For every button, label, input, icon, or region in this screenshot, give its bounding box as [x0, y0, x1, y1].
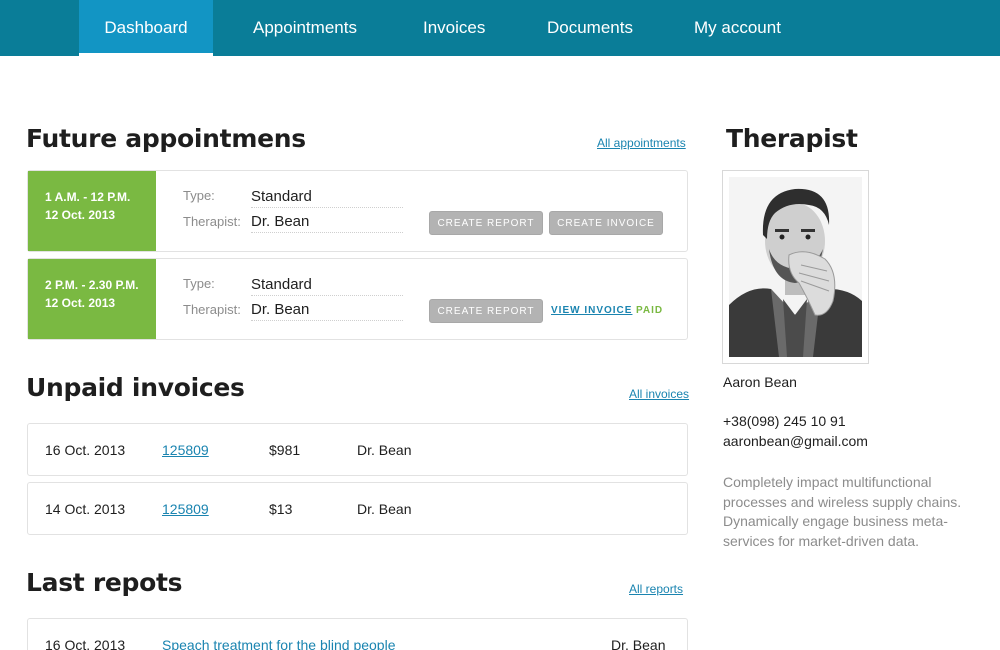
invoice-amount: $981 [269, 442, 301, 458]
appointment-card: 1 A.M. - 12 P.M. 12 Oct. 2013 Type: Stan… [27, 170, 688, 252]
appointment-card: 2 P.M. - 2.30 P.M. 12 Oct. 2013 Type: St… [27, 258, 688, 340]
therapist-heading: Therapist [726, 124, 858, 153]
all-appointments-link[interactable]: All appointments [597, 136, 686, 150]
reports-heading: Last repots [26, 568, 183, 597]
appointment-type: Standard [251, 188, 403, 208]
invoices-heading: Unpaid invoices [26, 373, 245, 402]
appointment-date: 12 Oct. 2013 [45, 296, 116, 310]
appointment-type: Standard [251, 276, 403, 296]
nav-invoices[interactable]: Invoices [423, 0, 485, 56]
appointment-time-block: 1 A.M. - 12 P.M. 12 Oct. 2013 [28, 171, 156, 251]
type-label: Type: [183, 188, 215, 203]
invoice-row: 14 Oct. 2013 125809 $13 Dr. Bean [27, 482, 688, 535]
report-row: 16 Oct. 2013 Speach treatment for the bl… [27, 618, 688, 650]
therapist-email: aaronbean@gmail.com [723, 433, 868, 449]
therapist-label: Therapist: [183, 302, 241, 317]
create-invoice-button[interactable]: CREATE INVOICE [549, 211, 663, 235]
create-report-button[interactable]: CREATE REPORT [429, 299, 543, 323]
appointments-heading: Future appointmens [26, 124, 306, 153]
all-invoices-link[interactable]: All invoices [629, 387, 689, 401]
invoice-row: 16 Oct. 2013 125809 $981 Dr. Bean [27, 423, 688, 476]
all-reports-link[interactable]: All reports [629, 582, 683, 596]
appointment-time-block: 2 P.M. - 2.30 P.M. 12 Oct. 2013 [28, 259, 156, 339]
therapist-description: Completely impact multifunctional proces… [723, 474, 962, 549]
appointment-therapist: Dr. Bean [251, 301, 403, 321]
top-navigation: Dashboard Appointments Invoices Document… [0, 0, 1000, 56]
invoice-date: 16 Oct. 2013 [45, 442, 126, 458]
view-invoice-link[interactable]: VIEW INVOICE [551, 305, 632, 316]
therapist-portrait-image [729, 177, 862, 357]
report-therapist: Dr. Bean [611, 637, 666, 650]
invoice-therapist: Dr. Bean [357, 442, 412, 458]
paid-badge: PAID [636, 305, 664, 316]
therapist-label: Therapist: [183, 214, 241, 229]
nav-documents[interactable]: Documents [547, 0, 633, 56]
therapist-name: Aaron Bean [723, 374, 797, 390]
nav-my-account[interactable]: My account [694, 0, 781, 56]
therapist-phone: +38(098) 245 10 91 [723, 413, 846, 429]
appointment-time: 2 P.M. - 2.30 P.M. [45, 278, 139, 292]
create-report-button[interactable]: CREATE REPORT [429, 211, 543, 235]
invoice-date: 14 Oct. 2013 [45, 501, 126, 517]
appointment-time: 1 A.M. - 12 P.M. [45, 190, 131, 204]
report-date: 16 Oct. 2013 [45, 637, 126, 650]
type-label: Type: [183, 276, 215, 291]
appointment-therapist: Dr. Bean [251, 213, 403, 233]
nav-appointments[interactable]: Appointments [253, 0, 357, 56]
report-name-link[interactable]: Speach treatment for the blind people [162, 637, 396, 650]
appointment-date: 12 Oct. 2013 [45, 208, 116, 222]
invoice-number-link[interactable]: 125809 [162, 501, 209, 517]
invoice-therapist: Dr. Bean [357, 501, 412, 517]
invoice-amount: $13 [269, 501, 293, 517]
nav-dashboard[interactable]: Dashboard [79, 0, 213, 56]
invoice-number-link[interactable]: 125809 [162, 442, 209, 458]
therapist-photo [722, 170, 869, 364]
